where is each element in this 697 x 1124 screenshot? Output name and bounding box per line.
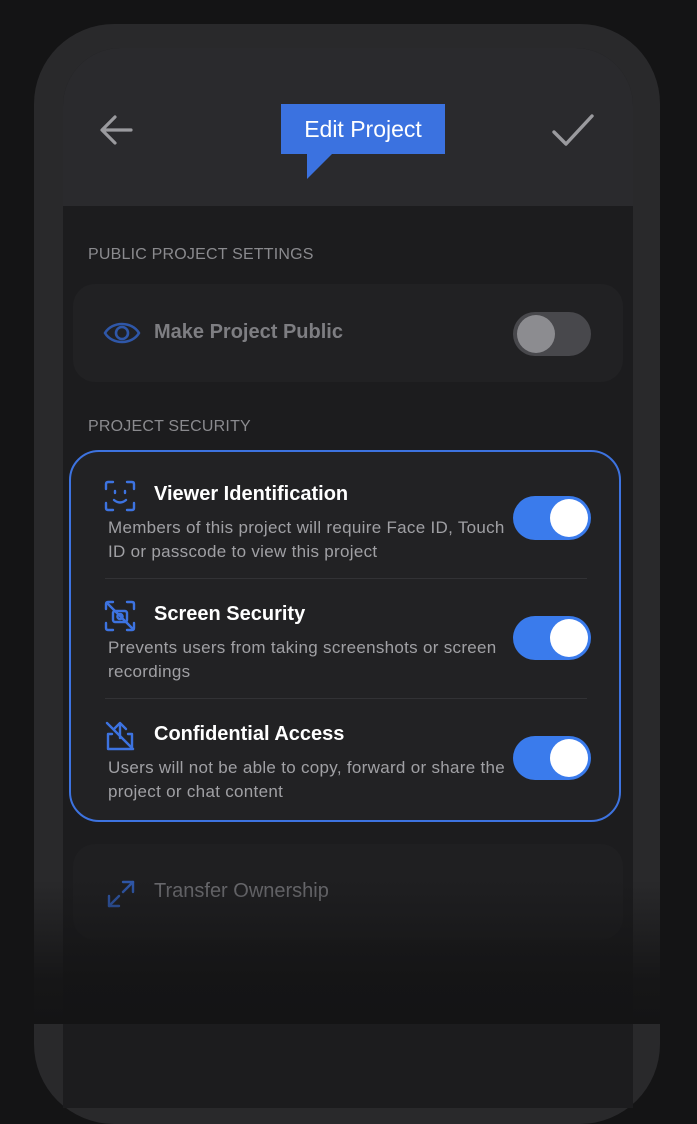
confidential-access-title: Confidential Access: [154, 723, 345, 745]
screen-security-row: Screen Security Prevents users from taki…: [71, 572, 619, 692]
title-callout-tail: [307, 153, 333, 179]
screen-security-toggle[interactable]: [513, 616, 591, 660]
transfer-ownership-label: Transfer Ownership: [154, 880, 329, 902]
confidential-access-toggle[interactable]: [513, 736, 591, 780]
viewer-identification-row: Viewer Identification Members of this pr…: [71, 452, 619, 572]
section-label-security: PROJECT SECURITY: [88, 418, 251, 435]
make-public-label: Make Project Public: [154, 321, 343, 343]
security-card: Viewer Identification Members of this pr…: [69, 450, 621, 822]
transfer-ownership-row[interactable]: Transfer Ownership: [73, 844, 623, 940]
confidential-access-description: Users will not be able to copy, forward …: [108, 758, 506, 801]
share-blocked-icon: [104, 720, 136, 752]
viewer-identification-toggle[interactable]: [513, 496, 591, 540]
toggle-knob: [550, 499, 588, 537]
section-label-public: PUBLIC PROJECT SETTINGS: [88, 246, 314, 263]
confidential-access-row: Confidential Access Users will not be ab…: [71, 692, 619, 812]
toggle-knob: [517, 315, 555, 353]
arrow-left-icon[interactable]: [97, 110, 137, 150]
eye-icon: [103, 316, 141, 350]
checkmark-icon[interactable]: [549, 108, 597, 152]
toggle-knob: [550, 739, 588, 777]
transfer-arrows-icon: [105, 878, 137, 910]
nav-bar: Edit Project: [63, 48, 633, 206]
toggle-knob: [550, 619, 588, 657]
viewer-identification-title: Viewer Identification: [154, 483, 349, 505]
page-title: Edit Project: [281, 104, 445, 154]
make-public-row: Make Project Public: [73, 284, 623, 382]
screen-security-title: Screen Security: [154, 603, 306, 625]
screen-security-description: Prevents users from taking screenshots o…: [108, 638, 497, 681]
phone-screen: Edit Project PUBLIC PROJECT SETTINGS Mak…: [63, 48, 633, 1108]
face-id-icon: [104, 480, 136, 512]
screenshot-blocked-icon: [104, 600, 136, 632]
make-public-toggle[interactable]: [513, 312, 591, 356]
viewer-identification-description: Members of this project will require Fac…: [108, 518, 505, 561]
